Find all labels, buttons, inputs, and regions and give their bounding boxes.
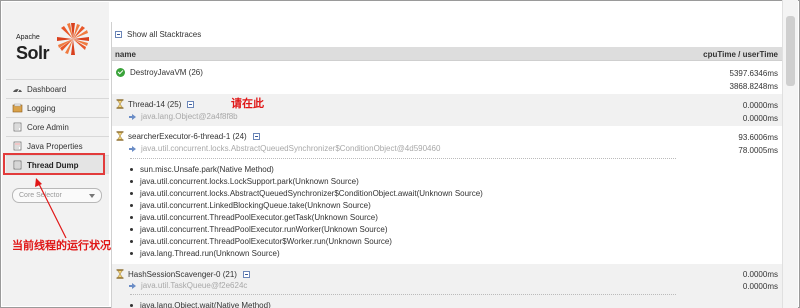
hourglass-icon [116,131,124,141]
lock-info: java.lang.Object@2a4f8f8b [129,112,238,121]
sidebar-item-dashboard[interactable]: Dashboard [6,79,109,98]
thread-name: HashSessionScavenger-0 (21) [128,269,237,279]
stacktrace-line: java.util.concurrent.ThreadPoolExecutor.… [130,212,676,224]
collapse-icon [115,31,122,38]
thread-table-header: name cpuTime / userTime [112,47,782,61]
user-time: 0.0000ms [742,282,778,291]
lock-name: java.util.TaskQueue@f2e624c [141,281,248,290]
solr-sun-icon [57,23,89,55]
logo-apache-text: Apache [16,34,40,41]
sidebar-item-core-admin[interactable]: Core Admin [6,117,109,136]
stacktrace: java.lang.Object.wait(Native Method) [130,294,676,308]
lock-name: java.lang.Object@2a4f8f8b [141,112,238,121]
cpu-time: 93.6006ms [738,133,778,142]
core-admin-icon [13,122,22,132]
thread-name-cell: DestroyJavaVM (26) [116,68,203,77]
column-header-name: name [115,50,136,59]
column-header-times: cpuTime / userTime [703,50,778,59]
collapse-stacktrace-icon[interactable] [252,132,260,140]
vertical-scrollbar[interactable] [782,0,798,308]
hourglass-icon [116,99,124,109]
lock-info: java.util.concurrent.locks.AbstractQueue… [129,144,440,153]
stacktrace-line: java.util.concurrent.ThreadPoolExecutor$… [130,235,676,247]
stacktrace-line: java.lang.Object.wait(Native Method) [130,300,676,308]
thread-name-cell: HashSessionScavenger-0 (21) [116,269,255,279]
user-time: 78.0005ms [738,146,778,155]
sidebar-item-label: Core Admin [27,122,69,132]
logging-icon [12,103,23,113]
cpu-time: 5397.6346ms [729,69,778,78]
table-row[interactable]: Thread-14 (25) java.lang.Object@2a4f8f8b… [112,94,782,126]
table-row[interactable]: DestroyJavaVM (26) 5397.6346ms 3868.8248… [112,62,782,94]
thread-name: DestroyJavaVM (26) [130,68,203,77]
stacktrace-line: java.util.concurrent.locks.AbstractQueue… [130,188,676,200]
lock-info: java.util.TaskQueue@f2e624c [129,281,247,290]
thread-name-cell: Thread-14 (25) [116,99,199,109]
chevron-down-icon [89,194,95,198]
java-properties-icon [13,141,22,151]
stacktrace: sun.misc.Unsafe.park(Native Method) java… [130,158,676,259]
user-time: 3868.8248ms [729,82,778,91]
stacktrace-line: java.util.concurrent.locks.LockSupport.p… [130,176,676,188]
cpu-time: 0.0000ms [742,270,778,279]
core-selector[interactable]: Core Selector [12,188,102,203]
expand-stacktrace-icon[interactable] [187,100,195,108]
show-all-label: Show all Stacktraces [127,30,202,39]
stacktrace-line: sun.misc.Unsafe.park(Native Method) [130,164,676,176]
hourglass-icon [116,269,124,279]
lock-arrow-icon [129,145,136,152]
lock-name: java.util.concurrent.locks.AbstractQueue… [141,144,441,153]
logo-solr-text: Solr [16,43,50,63]
runnable-check-icon [116,68,125,77]
collapse-stacktrace-icon[interactable] [242,270,250,278]
sidebar-item-logging[interactable]: Logging [6,98,109,117]
cpu-time: 0.0000ms [742,101,778,110]
table-row[interactable]: HashSessionScavenger-0 (21) java.util.Ta… [112,264,782,308]
annotation-click-here: 请在此 [231,98,264,110]
stacktrace-line: java.util.concurrent.ThreadPoolExecutor.… [130,223,676,235]
thread-name: Thread-14 (25) [128,99,182,109]
show-all-stacktraces-link[interactable]: Show all Stacktraces [115,30,201,39]
thread-name: searcherExecutor-6-thread-1 (24) [128,131,247,141]
lock-arrow-icon [129,282,136,289]
annotation-thread-state: 当前线程的运行状况 [12,240,111,252]
solr-logo[interactable]: Apache Solr [16,16,96,72]
lock-arrow-icon [129,113,136,120]
dashboard-icon [13,87,22,93]
user-time: 0.0000ms [742,114,778,123]
sidebar-item-label: Dashboard [27,84,67,94]
stacktrace-line: java.util.concurrent.LinkedBlockingQueue… [130,200,676,212]
sidebar-item-label: Logging [27,103,56,113]
table-row[interactable]: searcherExecutor-6-thread-1 (24) java.ut… [112,126,782,264]
scrollbar-thumb[interactable] [786,16,795,86]
annotation-highlight-box [3,153,105,175]
thread-name-cell: searcherExecutor-6-thread-1 (24) [116,131,265,141]
stacktrace-line: java.lang.Thread.run(Unknown Source) [130,247,676,259]
thread-dump-panel: Show all Stacktraces name cpuTime / user… [111,22,782,308]
sidebar-item-label: Java Properties [27,141,83,151]
core-selector-placeholder: Core Selector [19,192,62,199]
